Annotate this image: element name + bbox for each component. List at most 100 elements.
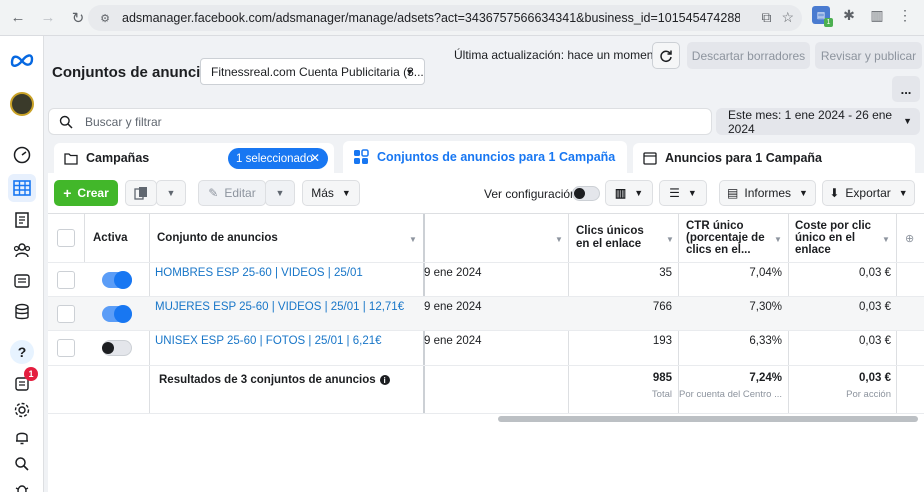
audiences-icon[interactable]: [8, 236, 36, 264]
pages-icon[interactable]: [8, 206, 36, 234]
table-row[interactable]: HOMBRES ESP 25-60 | VIDEOS | 25/01 9 ene…: [48, 262, 924, 296]
plus-icon: +: [63, 185, 72, 201]
header-unique-clicks[interactable]: Clics únicos en el enlace: [576, 214, 656, 262]
reports-button[interactable]: ▤ Informes ▼: [719, 180, 816, 206]
table-row[interactable]: UNISEX ESP 25-60 | FOTOS | 25/01 | 6,21€…: [48, 330, 924, 364]
unique-clicks-value: 35: [659, 267, 672, 279]
total-ctr-value: 7,24%: [749, 372, 782, 384]
tab-ads[interactable]: Anuncios para 1 Campaña: [633, 143, 915, 173]
last-update-text: Última actualización: hace un momento: [454, 48, 664, 62]
view-config-label: Ver configuración: [484, 187, 577, 201]
chrome-menu-icon[interactable]: ⋮: [896, 6, 914, 24]
billing-database-icon[interactable]: [8, 298, 36, 326]
sort-icon[interactable]: ▼: [666, 235, 674, 244]
selected-count-pill[interactable]: 1 seleccionado ✕: [228, 148, 328, 169]
catalog-icon[interactable]: [8, 267, 36, 295]
date-range-label: Este mes: 1 ene 2024 - 26 ene 2024: [728, 107, 893, 136]
ad-account-selector[interactable]: Fitnessreal.com Cuenta Publicitaria (3..…: [200, 58, 425, 85]
extensions-puzzle-icon[interactable]: ✱: [840, 6, 858, 24]
reload-icon[interactable]: ↻: [66, 6, 90, 30]
add-column-icon[interactable]: ⊕: [905, 232, 914, 245]
header-adset-name[interactable]: Conjunto de anuncios: [157, 214, 278, 262]
adset-name-link[interactable]: UNISEX ESP 25-60 | FOTOS | 25/01 | 6,21€: [155, 335, 382, 347]
more-options-button[interactable]: ...: [892, 76, 920, 102]
ads-manager-table-icon[interactable]: [8, 174, 36, 202]
left-navigation-rail: ? 1: [0, 36, 44, 492]
export-label: Exportar: [845, 186, 891, 200]
back-icon[interactable]: ←: [6, 6, 30, 30]
url-text[interactable]: adsmanager.facebook.com/adsmanager/manag…: [122, 11, 740, 25]
sort-icon[interactable]: ▼: [882, 235, 890, 244]
adset-name-link[interactable]: HOMBRES ESP 25-60 | VIDEOS | 25/01: [155, 267, 363, 279]
refresh-button[interactable]: [652, 42, 680, 69]
edit-dropdown-button[interactable]: ▼: [265, 180, 295, 206]
horizontal-scrollbar[interactable]: [498, 416, 918, 422]
meta-logo-icon[interactable]: [8, 46, 36, 74]
close-icon[interactable]: ✕: [310, 151, 320, 165]
review-publish-button[interactable]: Revisar y publicar: [815, 42, 922, 69]
help-icon[interactable]: ?: [8, 338, 36, 366]
ad-window-icon: [643, 151, 657, 165]
search-icon[interactable]: [8, 450, 36, 478]
search-placeholder: Buscar y filtrar: [85, 114, 162, 129]
address-bar[interactable]: ⚙ adsmanager.facebook.com/adsmanager/man…: [88, 5, 802, 31]
dashboard-gauge-icon[interactable]: [8, 141, 36, 169]
table-row[interactable]: MUJERES ESP 25-60 | VIDEOS | 25/01 | 12,…: [48, 296, 924, 330]
more-actions-button[interactable]: Más ▼: [302, 180, 360, 206]
header-cost-per-click[interactable]: Coste por clic único en el enlace: [795, 214, 879, 262]
forward-icon[interactable]: →: [36, 6, 60, 30]
view-config-toggle[interactable]: [572, 186, 600, 201]
browser-toolbar: ← → ↻ ⚙ adsmanager.facebook.com/adsmanag…: [0, 0, 924, 36]
row-checkbox[interactable]: [57, 305, 75, 323]
tab-adsets[interactable]: Conjuntos de anuncios para 1 Campaña: [343, 141, 627, 173]
duplicate-button[interactable]: [125, 180, 157, 206]
search-filter-bar[interactable]: Buscar y filtrar: [48, 108, 712, 135]
adsets-table: Activa Conjunto de anuncios ▼ ▼ Clics ún…: [48, 213, 924, 492]
export-button[interactable]: ⬇ Exportar ▼: [822, 180, 915, 206]
bookmark-star-icon[interactable]: ☆: [781, 9, 794, 26]
cost-per-click-value: 0,03 €: [859, 267, 891, 279]
totals-label: Resultados de 3 conjuntos de anuncios i: [159, 374, 390, 386]
sort-icon[interactable]: ▼: [409, 235, 417, 244]
bug-report-icon[interactable]: [8, 476, 36, 492]
side-panel-icon[interactable]: ▥: [868, 6, 886, 24]
site-settings-icon[interactable]: ⚙: [98, 11, 112, 25]
duplicate-dropdown-button[interactable]: ▼: [156, 180, 186, 206]
extension-icon[interactable]: ▤ 1: [812, 6, 833, 27]
alerts-bell-icon[interactable]: [8, 423, 36, 451]
notifications-icon[interactable]: 1: [8, 367, 38, 397]
sort-icon[interactable]: ▼: [774, 235, 782, 244]
page-header: Conjuntos de anuncios Fitnessreal.com Cu…: [44, 36, 924, 106]
reports-label: Informes: [744, 186, 792, 200]
row-checkbox[interactable]: [57, 339, 75, 357]
refresh-icon: [660, 50, 672, 62]
pencil-icon: ✎: [208, 186, 219, 200]
create-button[interactable]: + Crear: [54, 180, 118, 206]
chevron-down-icon: ▼: [405, 67, 414, 77]
row-active-toggle[interactable]: [102, 305, 132, 323]
select-all-checkbox[interactable]: [57, 229, 75, 247]
edit-button[interactable]: ✎ Editar: [198, 180, 266, 206]
install-app-icon[interactable]: ⧉: [761, 9, 771, 26]
columns-button[interactable]: ▥ ▼: [605, 180, 653, 206]
adset-name-link[interactable]: MUJERES ESP 25-60 | VIDEOS | 25/01 | 12,…: [155, 301, 404, 313]
account-avatar[interactable]: [8, 90, 36, 118]
info-icon[interactable]: i: [379, 375, 390, 385]
table-toolbar: + Crear ▼ ✎ Editar ▼ Más ▼ Ver configura…: [48, 173, 924, 213]
cost-per-click-value: 0,03 €: [859, 301, 891, 313]
sort-icon[interactable]: ▼: [555, 235, 563, 244]
header-unique-ctr[interactable]: CTR único (porcentaje de clics en el...: [686, 214, 772, 262]
chevron-down-icon: ▼: [687, 188, 697, 198]
header-active[interactable]: Activa: [93, 214, 128, 262]
unique-clicks-value: 193: [652, 335, 672, 347]
date-range-picker[interactable]: Este mes: 1 ene 2024 - 26 ene 2024 ▼: [716, 107, 920, 136]
breakdown-button[interactable]: ☰ ▼: [659, 180, 707, 206]
unique-ctr-value: 7,04%: [749, 267, 782, 279]
discard-drafts-button[interactable]: Descartar borradores: [687, 42, 810, 69]
row-active-toggle[interactable]: [102, 340, 132, 356]
row-checkbox[interactable]: [57, 271, 75, 289]
row-active-toggle[interactable]: [102, 271, 132, 289]
settings-gear-icon[interactable]: [8, 396, 36, 424]
unique-ctr-value: 7,30%: [749, 301, 782, 313]
duplicate-icon: [134, 187, 147, 200]
